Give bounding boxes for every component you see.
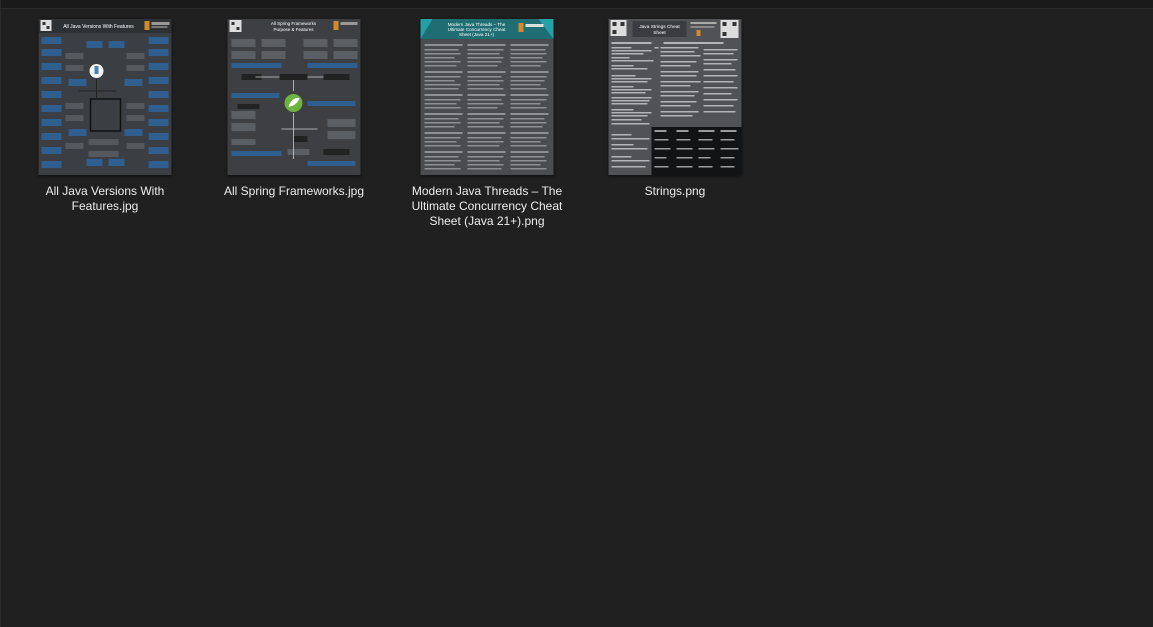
file-tile-spring-frameworks[interactable]: All Spring Frameworks Purpose & Features bbox=[214, 14, 374, 239]
file-tile-strings[interactable]: Java Strings Cheat Sheet Strings.png bbox=[595, 14, 755, 239]
svg-text:Sheet (Java 21+): Sheet (Java 21+) bbox=[459, 32, 495, 37]
strings-thumbnail[interactable]: Java Strings Cheat Sheet bbox=[608, 19, 742, 175]
svg-text:Java Strings Cheat: Java Strings Cheat bbox=[639, 24, 680, 30]
svg-text:Sheet: Sheet bbox=[653, 30, 666, 36]
file-explorer-window: All Java Versions With Features All Java… bbox=[0, 0, 1153, 627]
svg-text:All Spring Frameworks: All Spring Frameworks bbox=[271, 21, 317, 26]
java-threads-thumbnail[interactable]: Modern Java Threads – The Ultimate Concu… bbox=[420, 19, 554, 175]
file-name-label: All Spring Frameworks.jpg bbox=[223, 184, 365, 198]
file-tile-java-threads[interactable]: Modern Java Threads – The Ultimate Concu… bbox=[407, 14, 567, 239]
file-tile-java-versions[interactable]: All Java Versions With Features All Java… bbox=[25, 14, 185, 239]
java-versions-thumb-title: All Java Versions With Features bbox=[63, 24, 134, 30]
file-name-label: All Java Versions With Features.jpg bbox=[45, 184, 165, 213]
file-name-label: Strings.png bbox=[644, 184, 706, 198]
svg-text:Purpose & Features: Purpose & Features bbox=[273, 27, 314, 32]
java-versions-thumbnail[interactable]: All Java Versions With Features bbox=[38, 19, 172, 175]
spring-frameworks-thumbnail[interactable]: All Spring Frameworks Purpose & Features bbox=[227, 19, 361, 175]
file-grid: All Java Versions With Features All Java… bbox=[1, 0, 1153, 627]
file-name-label: Modern Java Threads – The Ultimate Concu… bbox=[411, 184, 563, 228]
